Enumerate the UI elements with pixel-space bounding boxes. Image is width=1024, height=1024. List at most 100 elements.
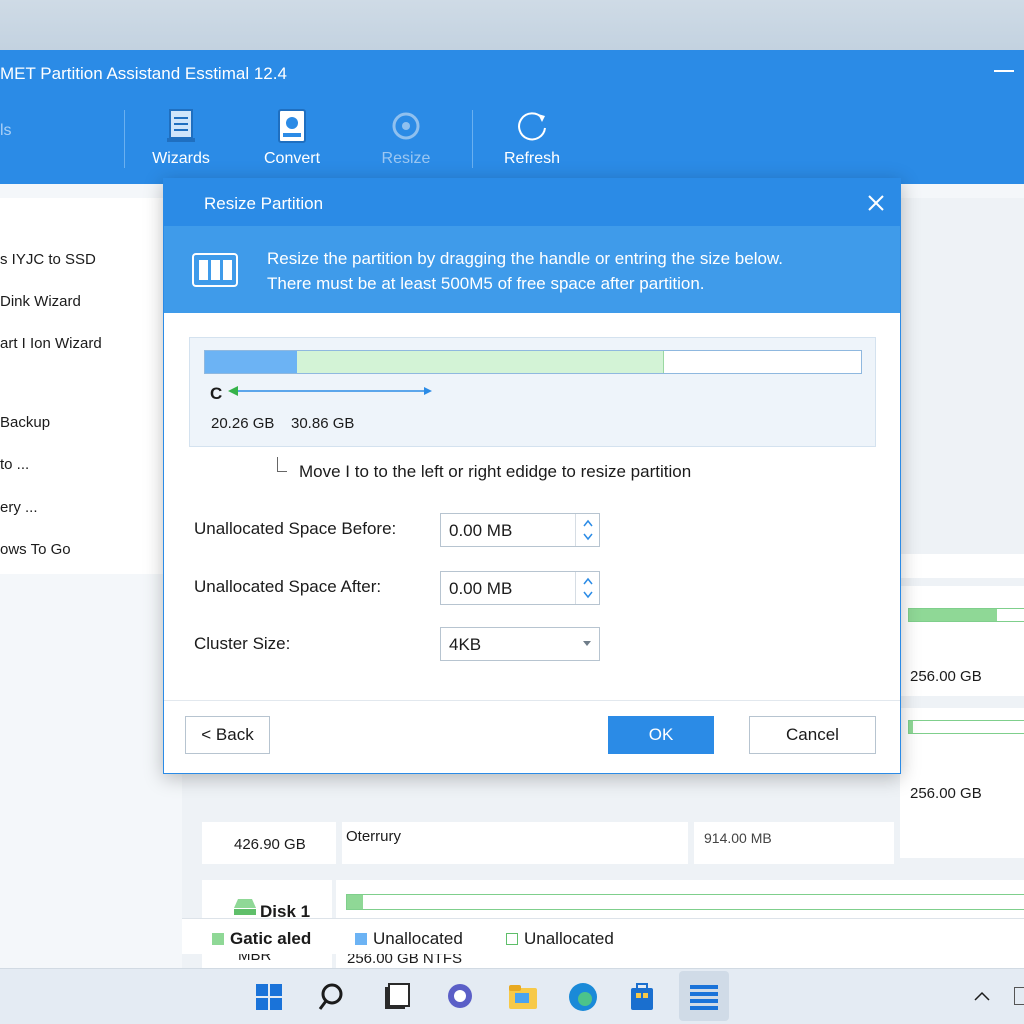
dialog-title: Resize Partition	[204, 194, 324, 213]
sidebar-item-clone[interactable]: to ...	[0, 456, 29, 473]
convert-label: Convert	[263, 150, 321, 167]
partition-resize-bar[interactable]	[204, 350, 862, 374]
total-size-label: 30.86 GB	[291, 415, 355, 432]
unallocated-before-input[interactable]: 0.00 MB	[440, 513, 600, 547]
toolbar-separator	[124, 110, 125, 168]
partition-segment[interactable]	[297, 351, 664, 373]
toolbar-button-tools-label[interactable]: ls	[0, 122, 12, 140]
legend-item: Gatic aled	[212, 929, 311, 949]
chevron-up-icon[interactable]	[583, 577, 593, 585]
toolbar-separator	[472, 110, 473, 168]
disk0-size: 426.90 GB	[234, 836, 306, 853]
refresh-icon	[518, 112, 546, 141]
convert-button[interactable]: Convert	[247, 106, 337, 176]
cluster-size-select[interactable]: 4KB	[440, 627, 600, 661]
partition-bar	[908, 608, 1024, 622]
partition-size: 256.00 GB	[910, 668, 982, 685]
banner-line-1: Resize the partition by dragging the han…	[267, 249, 783, 268]
legend-swatch	[212, 933, 224, 945]
chevron-up-icon[interactable]	[583, 519, 593, 527]
taskbar	[0, 968, 1024, 1024]
windows-start-icon[interactable]	[251, 979, 287, 1015]
chevron-down-icon[interactable]	[583, 591, 593, 599]
hint-bracket	[277, 457, 287, 472]
resize-arrow-icon	[228, 386, 432, 396]
wizard-sidebar: s IYJC to SSD Dink Wizard art I Ion Wiza…	[0, 198, 182, 574]
wizards-button[interactable]: Wizards	[136, 106, 226, 176]
resize-partition-dialog: Resize Partition Resize the partition by…	[163, 178, 901, 774]
file-explorer-icon[interactable]	[505, 979, 541, 1015]
disk0-partition[interactable]: Oterrury	[342, 822, 688, 864]
minimize-button[interactable]	[994, 60, 1014, 80]
close-icon[interactable]	[864, 191, 888, 215]
chevron-down-icon[interactable]	[583, 533, 593, 541]
search-icon[interactable]	[316, 979, 352, 1015]
unallocated-before-stepper[interactable]	[575, 514, 599, 546]
edge-browser-icon[interactable]	[565, 979, 601, 1015]
wizards-label: Wizards	[152, 150, 210, 167]
legend-swatch	[355, 933, 367, 945]
chevron-up-icon[interactable]	[974, 991, 990, 1001]
disk0-partition-size: 914.00 MB	[704, 830, 772, 846]
legend-label: Unallocated	[373, 929, 463, 948]
legend-item: Unallocated	[355, 929, 463, 949]
legend-label: Gatic aled	[230, 929, 312, 948]
chat-icon[interactable]	[442, 979, 478, 1015]
sidebar-item-disk-wizard[interactable]: Dink Wizard	[0, 293, 81, 310]
banner-line-2: There must be at least 500M5 of free spa…	[267, 274, 705, 293]
tray-device-icon[interactable]	[1014, 987, 1024, 1005]
sidebar-item-backup[interactable]: Backup	[0, 414, 50, 431]
unallocated-after-input[interactable]: 0.00 MB	[440, 571, 600, 605]
disk0-partition-2[interactable]: 914.00 MB	[694, 822, 894, 864]
partition-bar	[346, 894, 1024, 910]
app-title: MET Partition Assistand Esstimal 12.4	[0, 64, 287, 83]
partition-size: 256.00 GB	[910, 785, 982, 802]
partition-card[interactable]: 256.00 GB	[900, 586, 1024, 696]
disk-icon	[234, 899, 256, 915]
cluster-size-value: 4KB	[449, 635, 482, 654]
partition-app-icon[interactable]	[686, 979, 722, 1015]
sidebar-item-migrate-os[interactable]: s IYJC to SSD	[0, 251, 96, 268]
back-button[interactable]: < Back	[185, 716, 270, 754]
desktop-background	[0, 0, 1024, 50]
partition-bar-fill	[909, 609, 997, 621]
used-space-segment	[205, 351, 297, 373]
disk0-partition-label: Oterrury	[346, 828, 402, 845]
task-view-icon[interactable]	[379, 979, 415, 1015]
legend-item: Unallocated	[506, 929, 614, 949]
sidebar-item-recovery[interactable]: ery ...	[0, 499, 38, 516]
cancel-button[interactable]: Cancel	[749, 716, 876, 754]
partition-card[interactable]: 256.00 GB	[900, 708, 1024, 858]
resize-icon	[392, 112, 420, 140]
partition-bar	[908, 720, 1024, 734]
disk0-card[interactable]: 426.90 GB	[202, 822, 336, 864]
refresh-button[interactable]: Refresh	[487, 106, 577, 176]
partition-icon	[192, 253, 238, 287]
used-size-label: 20.26 GB	[211, 415, 275, 432]
resize-hint: Move I to to the left or right edidge to…	[299, 462, 692, 481]
legend-bar: Gatic aled Unallocated Unallocated	[182, 918, 1024, 954]
dialog-header: Resize Partition Resize the partition by…	[164, 179, 900, 313]
title-bar: MET Partition Assistand Esstimal 12.4 ls…	[0, 50, 1024, 184]
footer-divider	[164, 700, 900, 701]
resize-button[interactable]: Resize	[361, 106, 451, 176]
drive-letter: C	[210, 384, 223, 403]
legend-swatch	[506, 933, 518, 945]
partition-bar-fill	[909, 721, 913, 733]
refresh-label: Refresh	[503, 150, 561, 167]
convert-icon	[278, 109, 306, 143]
partition-preview: C 20.26 GB 30.86 GB	[189, 337, 876, 447]
unallocated-after-stepper[interactable]	[575, 572, 599, 604]
store-icon[interactable]	[624, 979, 660, 1015]
ok-button[interactable]: OK	[608, 716, 714, 754]
partition-bar-fill	[347, 895, 363, 909]
sidebar-item-windows-to-go[interactable]: ows To Go	[0, 541, 71, 558]
disk-card-top	[900, 554, 1024, 578]
cluster-size-label: Cluster Size:	[194, 634, 291, 653]
unallocated-after-label: Unallocated Space After:	[194, 577, 382, 596]
unallocated-before-value: 0.00 MB	[449, 521, 513, 540]
chevron-down-icon[interactable]	[583, 641, 591, 646]
dialog-banner: Resize the partition by dragging the han…	[164, 226, 900, 313]
sidebar-item-partition-wizard[interactable]: art I Ion Wizard	[0, 335, 102, 352]
banner-text: Resize the partition by dragging the han…	[267, 246, 783, 296]
